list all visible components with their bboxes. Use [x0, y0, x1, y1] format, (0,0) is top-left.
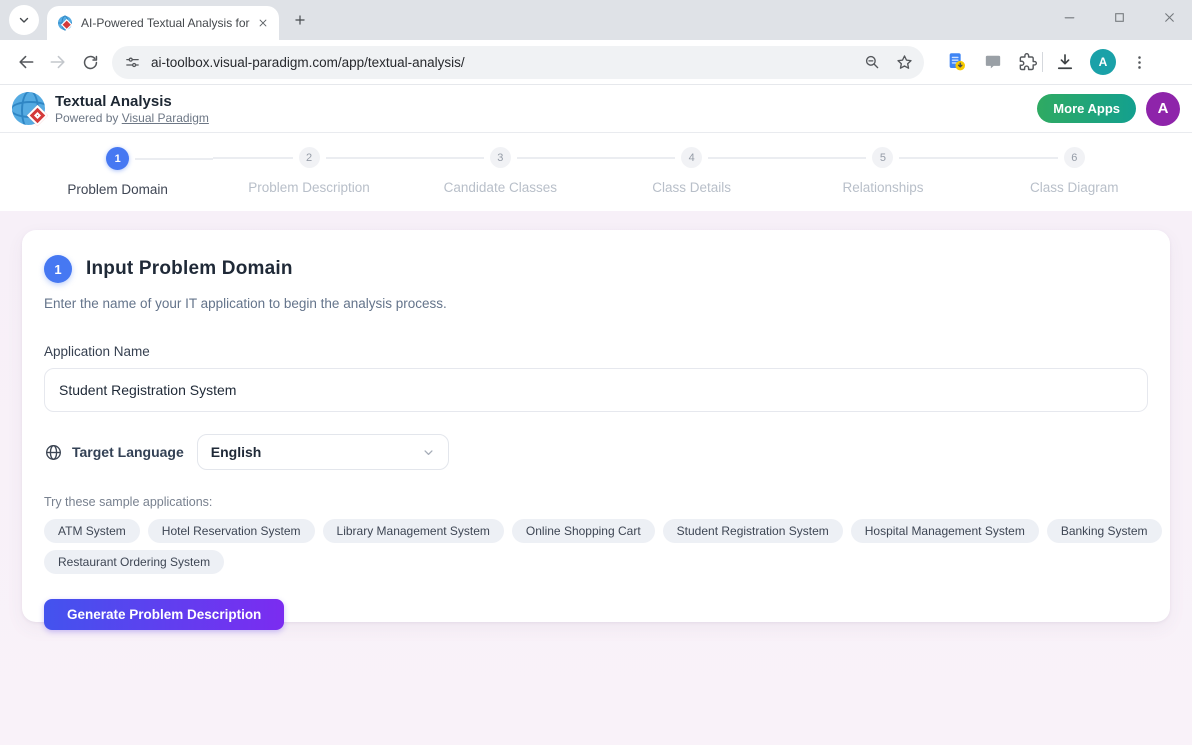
card-title: Input Problem Domain	[86, 258, 293, 280]
step-label: Class Details	[652, 180, 731, 195]
window-close-button[interactable]	[1160, 8, 1178, 26]
more-apps-button[interactable]: More Apps	[1037, 94, 1136, 123]
browser-toolbar: ai-toolbox.visual-paradigm.com/app/textu…	[0, 40, 1192, 85]
sample-chip[interactable]: Online Shopping Cart	[512, 519, 655, 543]
toolbar-separator	[1042, 52, 1043, 72]
sample-chip[interactable]: Library Management System	[323, 519, 504, 543]
chevron-down-icon	[421, 445, 436, 460]
forward-button[interactable]	[42, 46, 74, 78]
tab-search-button[interactable]	[9, 5, 39, 35]
generate-problem-description-button[interactable]: Generate Problem Description	[44, 599, 284, 630]
puzzle-extensions-icon[interactable]	[1018, 52, 1038, 72]
step-problem-description[interactable]: 2 Problem Description	[213, 147, 404, 211]
user-avatar[interactable]: A	[1146, 92, 1180, 126]
sample-chip-row: ATM System Hotel Reservation System Libr…	[44, 519, 1148, 543]
app-header: Textual Analysis Powered by Visual Parad…	[0, 85, 1192, 133]
address-bar[interactable]: ai-toolbox.visual-paradigm.com/app/textu…	[112, 46, 924, 79]
chevron-down-icon	[17, 13, 31, 27]
toolbar-right-cluster: A	[1055, 49, 1148, 75]
sample-chip[interactable]: Student Registration System	[663, 519, 843, 543]
card-subtitle: Enter the name of your IT application to…	[44, 296, 1148, 311]
kebab-menu-icon[interactable]	[1131, 54, 1148, 71]
step-number-badge: 1	[44, 255, 72, 283]
step-label: Relationships	[842, 180, 923, 195]
problem-domain-card: 1 Input Problem Domain Enter the name of…	[22, 230, 1170, 622]
zoom-icon[interactable]	[863, 53, 881, 71]
visual-paradigm-logo	[12, 92, 45, 125]
application-name-label: Application Name	[44, 344, 1148, 359]
downloads-icon[interactable]	[1055, 52, 1075, 72]
plus-icon	[293, 13, 307, 27]
page-content: 1 Input Problem Domain Enter the name of…	[0, 211, 1192, 745]
window-minimize-button[interactable]	[1060, 8, 1078, 26]
back-button[interactable]	[10, 46, 42, 78]
tab-close-icon[interactable]	[255, 15, 271, 31]
comment-extension-icon[interactable]	[983, 52, 1003, 72]
step-label: Problem Domain	[67, 182, 168, 197]
step-class-diagram[interactable]: 6 Class Diagram	[979, 147, 1170, 211]
browser-tab[interactable]: AI-Powered Textual Analysis for	[47, 6, 279, 40]
sample-chip-row: Restaurant Ordering System	[44, 550, 1148, 574]
visual-paradigm-link[interactable]: Visual Paradigm	[122, 111, 209, 125]
window-maximize-button[interactable]	[1110, 8, 1128, 26]
sample-chip[interactable]: ATM System	[44, 519, 140, 543]
globe-icon	[44, 443, 63, 462]
sample-chip[interactable]: Hospital Management System	[851, 519, 1039, 543]
sample-chip[interactable]: Banking System	[1047, 519, 1162, 543]
sample-chip[interactable]: Hotel Reservation System	[148, 519, 315, 543]
browser-profile-avatar[interactable]: A	[1090, 49, 1116, 75]
samples-label: Try these sample applications:	[44, 495, 1148, 509]
app-title: Textual Analysis	[55, 93, 209, 110]
step-label: Problem Description	[248, 180, 370, 195]
url-text[interactable]: ai-toolbox.visual-paradigm.com/app/textu…	[151, 55, 853, 70]
bookmark-star-icon[interactable]	[895, 53, 914, 72]
application-name-input[interactable]	[44, 368, 1148, 412]
extension-icons	[946, 51, 1038, 73]
step-class-details[interactable]: 4 Class Details	[596, 147, 787, 211]
window-controls	[1060, 0, 1178, 34]
target-language-label: Target Language	[72, 444, 184, 460]
doc-download-extension-icon[interactable]	[946, 51, 968, 73]
browser-tab-strip: AI-Powered Textual Analysis for	[0, 0, 1192, 40]
step-problem-domain[interactable]: 1 Problem Domain	[22, 147, 213, 211]
site-settings-icon[interactable]	[124, 54, 141, 71]
visual-paradigm-favicon	[57, 15, 73, 31]
tab-title: AI-Powered Textual Analysis for	[81, 16, 255, 30]
step-label: Class Diagram	[1030, 180, 1119, 195]
target-language-select[interactable]: English	[197, 434, 449, 470]
new-tab-button[interactable]	[287, 7, 313, 33]
wizard-stepper: 1 Problem Domain 2 Problem Description 3…	[0, 133, 1192, 211]
sample-chip[interactable]: Restaurant Ordering System	[44, 550, 224, 574]
reload-button[interactable]	[74, 46, 106, 78]
target-language-value: English	[211, 444, 262, 460]
step-relationships[interactable]: 5 Relationships	[787, 147, 978, 211]
step-candidate-classes[interactable]: 3 Candidate Classes	[405, 147, 596, 211]
powered-by: Powered by Visual Paradigm	[55, 111, 209, 125]
step-label: Candidate Classes	[444, 180, 557, 195]
